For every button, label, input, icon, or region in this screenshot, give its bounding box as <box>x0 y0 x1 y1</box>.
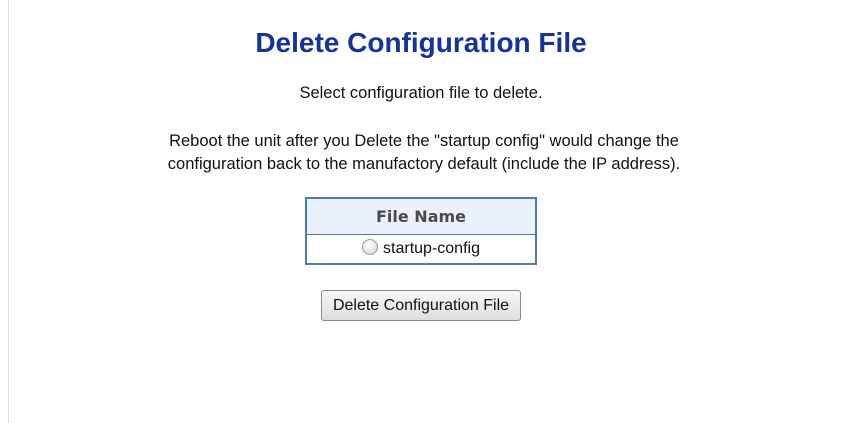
column-header-file-name: File Name <box>305 197 537 235</box>
file-name-label[interactable]: startup-config <box>383 240 480 257</box>
warning-line-2: configuration back to the manufactory de… <box>167 155 681 173</box>
table-header-row: File Name <box>305 197 537 235</box>
page-title: Delete Configuration File <box>255 27 587 58</box>
file-radio-button[interactable] <box>362 238 379 255</box>
warning-line-1: Reboot the unit after you Delete the "st… <box>169 132 679 150</box>
table-row: startup-config <box>305 234 537 265</box>
file-table: File Name startup-config <box>305 197 537 265</box>
file-cell: startup-config <box>305 234 537 265</box>
delete-config-panel: Delete Configuration File Select configu… <box>0 0 842 321</box>
delete-configuration-file-button[interactable]: Delete Configuration File <box>320 290 522 321</box>
reboot-warning-text: Reboot the unit after you Delete the "st… <box>0 130 842 176</box>
instruction-text: Select configuration file to delete. <box>299 84 543 102</box>
